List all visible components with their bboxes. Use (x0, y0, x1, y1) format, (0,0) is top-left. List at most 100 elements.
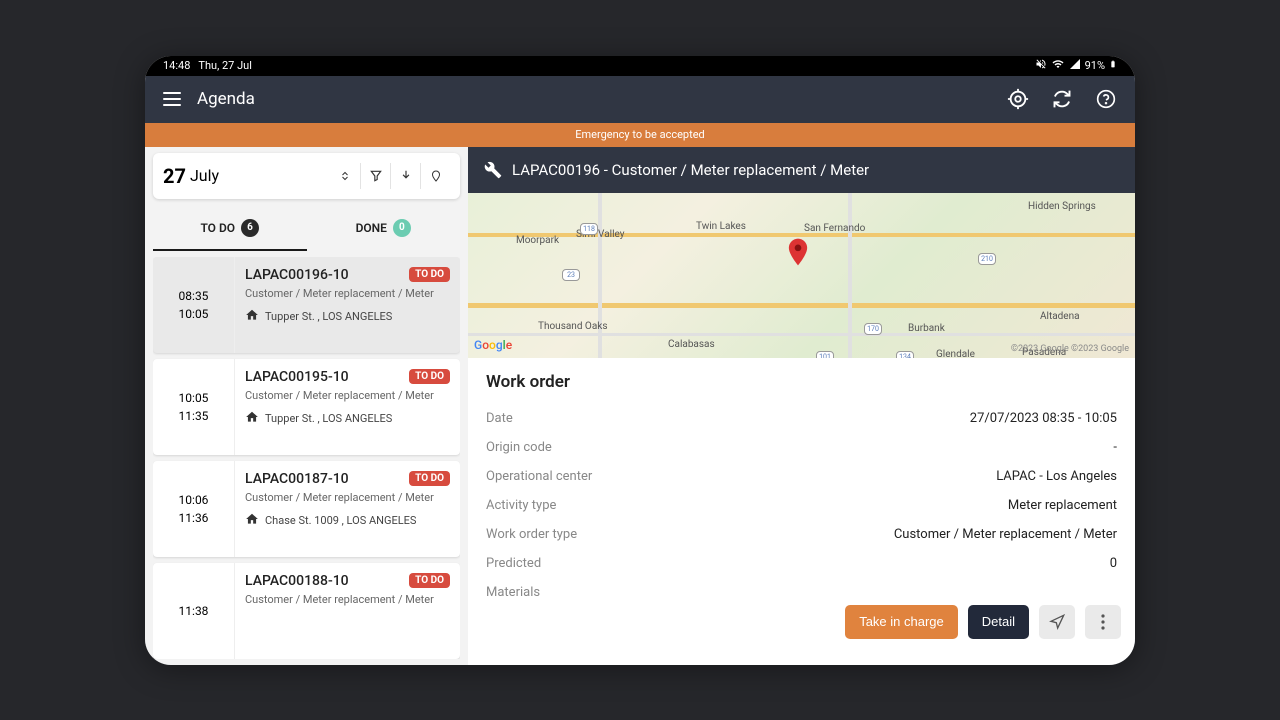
map-label: Twin Lakes (696, 221, 746, 232)
field-row: Materials (486, 578, 1117, 607)
field-label: Operational center (486, 469, 592, 484)
field-label: Activity type (486, 498, 556, 513)
wo-address: Tupper St. , LOS ANGELES (245, 410, 450, 427)
field-label: Materials (486, 585, 540, 600)
status-date: Thu, 27 Jul (198, 59, 251, 72)
sidebar: 27 July (145, 147, 468, 665)
map-pin-icon[interactable] (788, 238, 808, 266)
tabs: TO DO 6 DONE 0 (153, 205, 460, 251)
wo-description: Customer / Meter replacement / Meter (245, 287, 450, 300)
download-icon[interactable] (390, 163, 420, 189)
wo-id: LAPAC00196-10 (245, 267, 349, 283)
field-row: Predicted 0 (486, 549, 1117, 578)
field-value: Customer / Meter replacement / Meter (894, 527, 1117, 542)
wo-id: LAPAC00195-10 (245, 369, 349, 385)
content-area: 27 July (145, 147, 1135, 665)
map-label: Burbank (908, 323, 945, 334)
tab-todo-count: 6 (241, 219, 259, 237)
work-order-list: 08:3510:05 LAPAC00196-10 TO DO Customer / M… (153, 257, 460, 659)
house-icon (245, 410, 259, 427)
status-badge: TO DO (409, 471, 450, 486)
map-copyright: ©2023 Google ©2023 Google (1011, 344, 1129, 354)
wo-description: Customer / Meter replacement / Meter (245, 593, 450, 606)
tab-done[interactable]: DONE 0 (307, 205, 461, 251)
more-options-button[interactable] (1085, 605, 1121, 639)
map-label: Glendale (936, 349, 975, 358)
field-label: Origin code (486, 440, 552, 455)
refresh-icon[interactable] (1051, 88, 1073, 110)
navigate-button[interactable] (1039, 605, 1075, 639)
tab-todo-label: TO DO (200, 221, 235, 235)
wo-description: Customer / Meter replacement / Meter (245, 491, 450, 504)
wo-time: 10:0611:36 (153, 461, 235, 557)
map-label: Moorpark (516, 235, 559, 246)
signal-icon (1069, 58, 1081, 73)
field-row: Origin code - (486, 433, 1117, 462)
filter-icon[interactable] (360, 163, 390, 189)
action-bar: Take in charge Detail (845, 605, 1121, 639)
work-order-card[interactable]: 10:0611:36 LAPAC00187-10 TO DO Customer / M… (153, 461, 460, 557)
tab-done-label: DONE (356, 221, 387, 235)
field-value: 27/07/2023 08:35 - 10:05 (970, 411, 1117, 426)
hamburger-menu-icon[interactable] (163, 92, 181, 106)
emergency-text: Emergency to be accepted (575, 128, 705, 141)
android-status-bar: 14:48 Thu, 27 Jul 91% (145, 56, 1135, 76)
house-icon (245, 512, 259, 529)
status-badge: TO DO (409, 267, 450, 282)
status-time: 14:48 (163, 59, 190, 72)
page-title: Agenda (197, 89, 255, 109)
work-order-card[interactable]: 10:0511:35 LAPAC00195-10 TO DO Customer / M… (153, 359, 460, 455)
field-label: Date (486, 411, 513, 426)
field-value: Meter replacement (1008, 498, 1117, 513)
work-order-card[interactable]: 08:3510:05 LAPAC00196-10 TO DO Customer / M… (153, 257, 460, 353)
wo-time: 10:0511:35 (153, 359, 235, 455)
field-row: Activity type Meter replacement (486, 491, 1117, 520)
date-month[interactable]: July (190, 166, 219, 185)
app-header: Agenda (145, 76, 1135, 123)
wo-time: 11:38 (153, 563, 235, 659)
date-day[interactable]: 27 (163, 164, 186, 188)
map-label: Calabasas (668, 339, 715, 350)
detail-panel: LAPAC00196 - Customer / Meter replacemen… (468, 147, 1135, 665)
wo-description: Customer / Meter replacement / Meter (245, 389, 450, 402)
sort-icon[interactable] (330, 163, 360, 189)
emergency-banner[interactable]: Emergency to be accepted (145, 123, 1135, 147)
tab-done-count: 0 (393, 219, 411, 237)
status-badge: TO DO (409, 573, 450, 588)
map[interactable]: Moorpark Simi Valley Twin Lakes San Fern… (468, 193, 1135, 358)
tablet-frame: 14:48 Thu, 27 Jul 91% Agenda (145, 56, 1135, 665)
locate-icon[interactable] (1007, 88, 1029, 110)
map-label: Altadena (1040, 311, 1080, 322)
detail-header-title: LAPAC00196 - Customer / Meter replacemen… (512, 161, 869, 179)
status-badge: TO DO (409, 369, 450, 384)
wo-address: Tupper St. , LOS ANGELES (245, 308, 450, 325)
work-order-card[interactable]: 11:38 LAPAC00188-10 TO DO Customer / Meter … (153, 563, 460, 659)
field-value: - (1113, 440, 1117, 455)
wo-id: LAPAC00187-10 (245, 471, 349, 487)
wo-address: Chase St. 1009 , LOS ANGELES (245, 512, 450, 529)
wo-id: LAPAC00188-10 (245, 573, 349, 589)
detail-header: LAPAC00196 - Customer / Meter replacemen… (468, 147, 1135, 193)
field-row: Operational center LAPAC - Los Angeles (486, 462, 1117, 491)
house-icon (245, 308, 259, 325)
pin-outline-icon[interactable] (420, 163, 450, 189)
help-icon[interactable] (1095, 88, 1117, 110)
google-logo: Google (474, 338, 512, 352)
map-label: Hidden Springs (1028, 201, 1096, 212)
field-row: Date 27/07/2023 08:35 - 10:05 (486, 404, 1117, 433)
battery-icon (1109, 58, 1117, 73)
battery-percent: 91% (1085, 59, 1105, 72)
detail-button[interactable]: Detail (968, 605, 1029, 639)
field-label: Work order type (486, 527, 577, 542)
wo-time: 08:3510:05 (153, 257, 235, 353)
mute-icon (1035, 58, 1047, 73)
date-filter-bar: 27 July (153, 153, 460, 199)
map-label: Thousand Oaks (538, 321, 607, 332)
take-in-charge-button[interactable]: Take in charge (845, 605, 958, 639)
field-value: 0 (1110, 556, 1117, 571)
field-label: Predicted (486, 556, 541, 571)
wrench-icon (484, 161, 502, 179)
field-value: LAPAC - Los Angeles (996, 469, 1117, 484)
field-row: Work order type Customer / Meter replacem… (486, 520, 1117, 549)
tab-todo[interactable]: TO DO 6 (153, 205, 307, 251)
